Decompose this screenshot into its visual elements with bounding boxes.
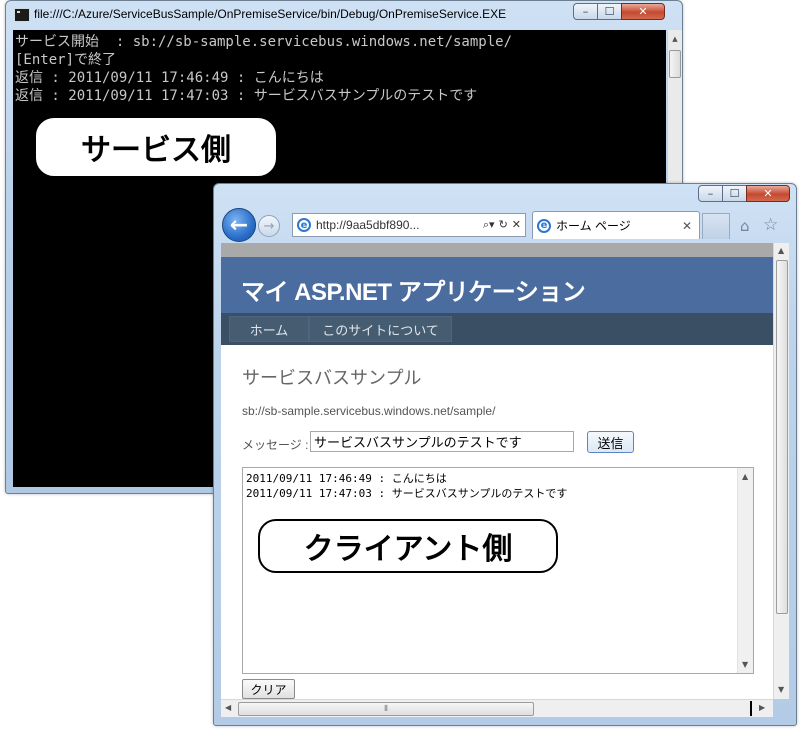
page-viewport: マイ ASP.NET アプリケーション ホーム このサイトについて サービスバス… (221, 243, 773, 699)
address-bar[interactable]: e http://9aa5dbf890... ⌕▾ ↻ ✕ (292, 213, 526, 237)
scroll-right-icon[interactable]: ▶ (759, 703, 765, 712)
close-icon[interactable]: ✕ (682, 219, 692, 233)
navigation-toolbar: ← → e http://9aa5dbf890... ⌕▾ ↻ ✕ e ホーム … (214, 207, 796, 243)
scroll-up-icon[interactable]: ▲ (778, 246, 784, 255)
scroll-thumb[interactable] (776, 260, 788, 614)
ie-icon: e (537, 218, 551, 233)
forward-icon[interactable]: → (258, 215, 280, 237)
tab-home[interactable]: e ホーム ページ ✕ (532, 211, 700, 239)
site-title: マイ ASP.NET アプリケーション (241, 279, 586, 306)
scroll-up-icon[interactable]: ▲ (742, 472, 748, 481)
console-lines: サービス開始 : sb://sb-sample.servicebus.windo… (15, 33, 512, 105)
maximize-button[interactable]: ☐ (722, 185, 747, 202)
home-icon[interactable]: ⌂ (740, 217, 750, 235)
browser-window: – ☐ ✕ ← → e http://9aa5dbf890... ⌕▾ ↻ ✕ … (213, 183, 797, 726)
new-tab-button[interactable] (702, 213, 730, 239)
refresh-icon[interactable]: ↻ (499, 218, 508, 232)
message-label: メッセージ : (242, 438, 309, 452)
client-side-callout: クライアント側 (258, 519, 558, 573)
minimize-button[interactable]: – (573, 3, 598, 20)
menu-item-about[interactable]: このサイトについて (309, 316, 452, 342)
message-input[interactable] (310, 431, 574, 452)
stop-icon[interactable]: ✕ (512, 218, 521, 232)
scroll-up-icon[interactable]: ▲ (668, 32, 682, 46)
console-line: 返信 : 2011/09/11 17:47:03 : サービスバスサンプルのテス… (15, 88, 478, 104)
console-line: [Enter]で終了 (15, 52, 117, 68)
log-line: 2011/09/11 17:47:03 : サービスバスサンプルのテストです (246, 487, 568, 500)
site-menu: ホーム このサイトについて (221, 313, 773, 345)
clear-button[interactable]: クリア (242, 679, 295, 699)
scroll-left-icon[interactable]: ◀ (225, 703, 231, 712)
console-titlebar[interactable]: file:///C:/Azure/ServiceBusSample/OnPrem… (6, 1, 682, 28)
site-header: マイ ASP.NET アプリケーション (221, 243, 773, 313)
menu-item-home[interactable]: ホーム (229, 316, 309, 342)
console-line: サービス開始 : sb://sb-sample.servicebus.windo… (15, 34, 513, 50)
console-title: file:///C:/Azure/ServiceBusSample/OnPrem… (34, 7, 507, 21)
scroll-thumb[interactable] (669, 50, 681, 78)
service-side-callout: サービス側 (36, 118, 276, 176)
browser-window-controls: – ☐ ✕ (698, 185, 790, 202)
scroll-down-icon[interactable]: ▼ (742, 660, 748, 669)
page-horizontal-scrollbar[interactable]: ◀ ⦀ ▶ (221, 699, 773, 717)
ie-icon: e (297, 218, 311, 232)
back-icon[interactable]: ← (222, 208, 256, 242)
scroll-down-icon[interactable]: ▼ (778, 685, 784, 694)
scroll-edge (750, 701, 752, 716)
app-icon (14, 8, 30, 22)
console-line: 返信 : 2011/09/11 17:46:49 : こんにちは (15, 70, 324, 86)
favorites-icon[interactable]: ☆ (763, 215, 778, 235)
search-icon[interactable]: ⌕▾ (483, 218, 495, 232)
page-title: サービスバスサンプル (242, 368, 422, 388)
page-vertical-scrollbar[interactable]: ▲ ▼ (773, 243, 789, 699)
log-line: 2011/09/11 17:46:49 : こんにちは (246, 472, 447, 485)
service-url: sb://sb-sample.servicebus.windows.net/sa… (242, 404, 496, 418)
reply-log: 2011/09/11 17:46:49 : こんにちは 2011/09/11 1… (246, 471, 567, 501)
minimize-button[interactable]: – (698, 185, 723, 202)
scroll-thumb[interactable]: ⦀ (238, 702, 534, 716)
close-button[interactable]: ✕ (621, 3, 665, 20)
address-text[interactable]: http://9aa5dbf890... (316, 218, 483, 232)
log-scrollbar[interactable]: ▲ ▼ (737, 468, 753, 673)
maximize-button[interactable]: ☐ (597, 3, 622, 20)
tab-title: ホーム ページ (556, 219, 631, 233)
send-button[interactable]: 送信 (587, 431, 634, 453)
close-button[interactable]: ✕ (746, 185, 790, 202)
